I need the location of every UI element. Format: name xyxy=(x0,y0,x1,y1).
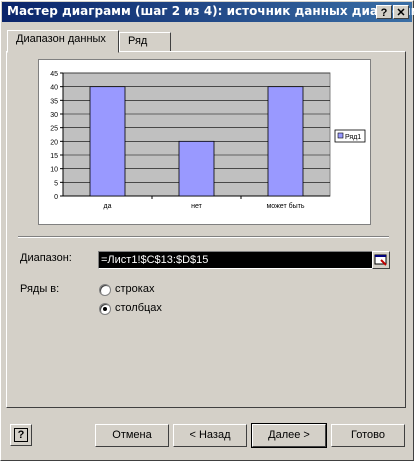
x-tick-label: нет xyxy=(191,203,203,210)
tab-data-range[interactable]: Диапазон данных xyxy=(7,30,119,53)
radio-columns[interactable] xyxy=(99,303,111,315)
collapse-dialog-button[interactable] xyxy=(372,251,390,269)
title-bar: Мастер диаграмм (шаг 2 из 4): источник д… xyxy=(2,2,414,22)
help-button[interactable]: ? xyxy=(10,424,32,446)
tab-series[interactable]: Ряд xyxy=(119,32,171,52)
radio-columns-label[interactable]: столбцах xyxy=(115,302,162,314)
y-tick-label: 15 xyxy=(50,153,58,160)
x-tick-label: может быть xyxy=(266,202,304,210)
back-button[interactable]: < Назад xyxy=(173,424,247,447)
y-tick-label: 0 xyxy=(54,194,58,201)
range-input[interactable]: =Лист1!$C$13:$D$15 xyxy=(98,251,373,269)
next-button[interactable]: Далее > xyxy=(251,423,327,448)
y-tick-label: 40 xyxy=(50,85,58,92)
chart-preview: 0 5 10 15 20 25 30 35 40 45 да нет может быть Ряд1 xyxy=(38,59,371,225)
help-title-button[interactable]: ? xyxy=(376,5,392,19)
legend-label: Ряд1 xyxy=(345,134,361,141)
bar xyxy=(89,86,126,197)
radio-rows-label[interactable]: строках xyxy=(115,283,154,295)
series-in-label: Ряды в: xyxy=(20,283,60,295)
radio-rows[interactable] xyxy=(99,284,111,296)
close-button[interactable]: ✕ xyxy=(393,5,409,19)
separator xyxy=(18,236,389,238)
range-select-icon xyxy=(374,254,387,266)
chart-svg: 0 5 10 15 20 25 30 35 40 45 да нет может быть Ряд1 xyxy=(50,71,366,210)
y-tick-label: 10 xyxy=(50,167,58,174)
bar xyxy=(178,140,215,197)
y-tick-label: 25 xyxy=(50,126,58,133)
x-tick-label: да xyxy=(104,203,112,210)
bar xyxy=(267,86,304,197)
y-tick-label: 30 xyxy=(50,112,58,119)
range-label: Диапазон: xyxy=(20,252,72,264)
y-tick-label: 45 xyxy=(50,71,58,78)
help-icon: ? xyxy=(14,428,28,442)
y-tick-label: 5 xyxy=(54,180,58,187)
finish-button[interactable]: Готово xyxy=(331,424,405,447)
legend-swatch xyxy=(337,132,344,139)
cancel-button[interactable]: Отмена xyxy=(95,424,169,447)
dialog-title: Мастер диаграмм (шаг 2 из 4): источник д… xyxy=(7,4,414,18)
y-tick-label: 20 xyxy=(50,139,58,146)
y-tick-label: 35 xyxy=(50,98,58,105)
radio-selected-dot xyxy=(103,307,107,311)
